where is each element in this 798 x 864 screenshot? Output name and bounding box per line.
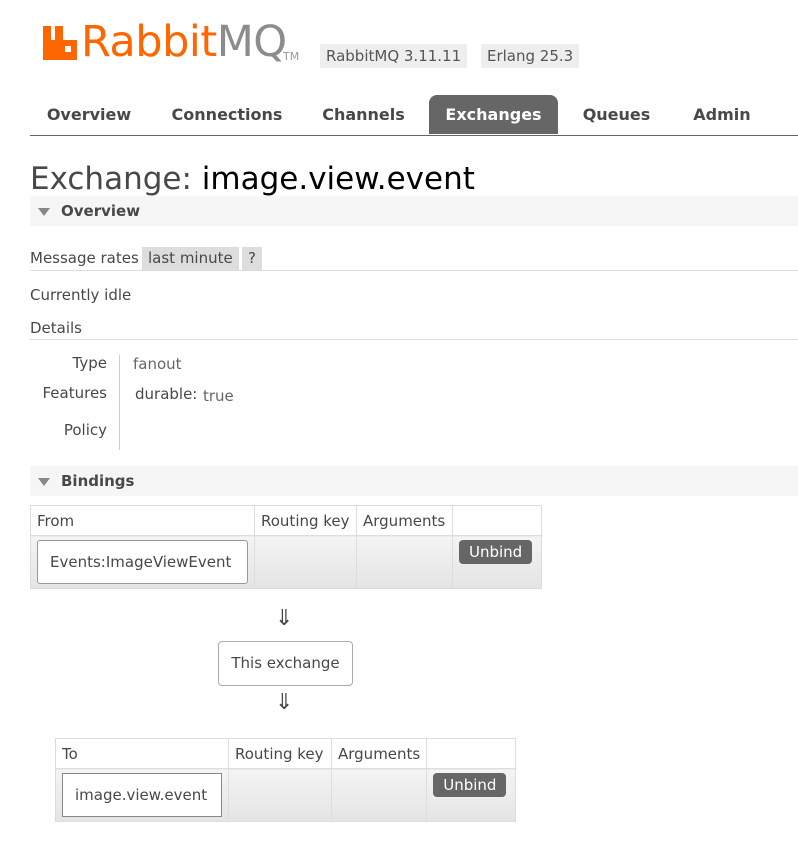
page-title-prefix: Exchange:: [30, 161, 192, 197]
feature-durable-key: durable:: [135, 385, 198, 403]
logo-wordmark: RabbitMQ: [81, 18, 287, 66]
column-header-from: From: [30, 505, 255, 536]
erlang-badge: Erlang 25.3: [481, 44, 580, 68]
bindings-section-toggle[interactable]: Bindings: [30, 466, 798, 496]
column-header-routing-key: Routing key: [254, 505, 357, 536]
column-header-to: To: [55, 738, 229, 769]
features-label: Features: [42, 384, 108, 402]
table-row: Events:ImageViewEvent Unbind: [30, 535, 542, 589]
main-nav-tabs: Overview Connections Channels Exchanges …: [30, 95, 798, 136]
table-header-row: To Routing key Arguments: [55, 738, 516, 769]
column-header-arguments: Arguments: [356, 505, 453, 536]
tab-queues[interactable]: Queues: [572, 95, 661, 134]
column-header-actions: [426, 738, 516, 769]
tab-admin[interactable]: Admin: [680, 95, 764, 134]
this-exchange-node: This exchange: [218, 641, 353, 686]
help-button[interactable]: ?: [242, 247, 262, 270]
down-arrow-icon: ⇓: [275, 606, 294, 631]
routing-key-cell: [228, 768, 332, 822]
type-value: fanout: [133, 355, 182, 373]
arguments-cell: [330, 768, 428, 822]
source-exchange-link[interactable]: Events:ImageViewEvent: [37, 540, 248, 584]
bindings-section-label: Bindings: [61, 472, 135, 490]
overview-section-toggle[interactable]: Overview: [30, 196, 798, 226]
idle-status: Currently idle: [30, 286, 132, 304]
action-cell: Unbind: [452, 535, 542, 589]
rate-period-selector[interactable]: last minute: [142, 247, 239, 270]
from-cell: Events:ImageViewEvent: [30, 535, 255, 589]
logo-trademark: TM: [283, 50, 300, 63]
destination-queue-link[interactable]: image.view.event: [62, 773, 222, 817]
collapse-triangle-icon: [38, 478, 50, 486]
unbind-button[interactable]: Unbind: [433, 773, 507, 797]
to-cell: image.view.event: [55, 768, 229, 822]
details-label: Details: [30, 319, 83, 337]
bindings-from-table: From Routing key Arguments Events:ImageV…: [30, 505, 542, 589]
policy-label: Policy: [63, 421, 107, 439]
action-cell: Unbind: [426, 768, 516, 822]
tab-connections[interactable]: Connections: [166, 95, 288, 134]
exchange-name: image.view.event: [201, 161, 475, 197]
routing-key-cell: [254, 535, 357, 589]
tab-overview[interactable]: Overview: [30, 95, 148, 134]
details-separator: [119, 355, 120, 450]
rabbitmq-logo-icon: [43, 26, 77, 60]
overview-section-label: Overview: [61, 202, 141, 220]
unbind-button[interactable]: Unbind: [459, 540, 533, 564]
version-badge: RabbitMQ 3.11.11: [320, 44, 468, 68]
type-label: Type: [72, 354, 107, 372]
tab-exchanges[interactable]: Exchanges: [429, 95, 558, 134]
details-divider: [30, 339, 798, 340]
table-row: image.view.event Unbind: [55, 768, 516, 822]
bindings-to-table: To Routing key Arguments image.view.even…: [55, 738, 516, 822]
message-rates-label: Message rates: [30, 249, 139, 267]
column-header-arguments: Arguments: [330, 738, 428, 769]
collapse-triangle-icon: [38, 208, 50, 216]
logo-word-rabbit: Rabbit: [81, 17, 217, 67]
feature-durable-value: true: [203, 387, 234, 405]
down-arrow-icon: ⇓: [275, 690, 294, 715]
message-rates-row: Message rates last minute ?: [30, 247, 798, 271]
logo-word-mq: MQ: [216, 17, 287, 67]
arguments-cell: [356, 535, 453, 589]
tab-channels[interactable]: Channels: [310, 95, 417, 134]
column-header-actions: [452, 505, 542, 536]
table-header-row: From Routing key Arguments: [30, 505, 542, 536]
page-title: Exchange: image.view.event: [30, 160, 475, 198]
column-header-routing-key: Routing key: [228, 738, 332, 769]
